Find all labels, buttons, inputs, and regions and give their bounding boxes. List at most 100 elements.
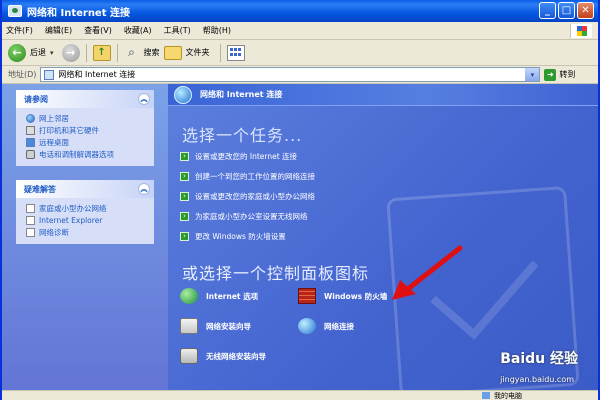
- explorer-window: 网络和 Internet 连接 _ □ ✕ 文件(F) 编辑(E) 查看(V) …: [0, 0, 600, 400]
- troubleshoot-list: 家庭或小型办公网络 Internet Explorer 网络诊断: [16, 198, 154, 244]
- wireless-setup-icon: [180, 348, 198, 364]
- menu-view[interactable]: 查看(V): [84, 25, 112, 36]
- search-button[interactable]: 搜索: [144, 47, 160, 58]
- link-label: 家庭或小型办公网络: [39, 203, 107, 213]
- task-label: 设置或更改您的 Internet 连接: [195, 151, 298, 161]
- menu-help[interactable]: 帮助(H): [203, 25, 231, 36]
- status-zone: 我的电脑: [482, 391, 522, 400]
- windows-logo-icon: [570, 24, 592, 38]
- network-globe-icon: [174, 85, 192, 104]
- address-label: 地址(D): [8, 70, 37, 79]
- close-button[interactable]: ✕: [577, 2, 594, 19]
- menu-tools[interactable]: 工具(T): [164, 25, 191, 36]
- network-folder-icon: [8, 5, 22, 17]
- network-connections-item[interactable]: 网络连接: [298, 318, 354, 334]
- back-arrow-icon[interactable]: ←: [8, 43, 26, 62]
- address-value: 网络和 Internet 连接: [58, 70, 136, 79]
- link-phone-modem[interactable]: 电话和调制解调器选项: [26, 148, 148, 160]
- help-doc-icon: [26, 227, 35, 237]
- wireless-setup-wizard-item[interactable]: 无线网络安装向导: [180, 348, 266, 364]
- see-also-title: 请参阅: [24, 94, 48, 104]
- cp-label: 无线网络安装向导: [206, 351, 266, 361]
- task-label: 更改 Windows 防火墙设置: [195, 231, 286, 241]
- windows-firewall-item[interactable]: Windows 防火墙: [298, 288, 387, 304]
- back-button-label[interactable]: 后退: [30, 47, 46, 58]
- menu-file[interactable]: 文件(F): [6, 25, 33, 36]
- task-label: 创建一个到您的工作位置的网络连接: [195, 171, 315, 181]
- views-icon[interactable]: [226, 44, 245, 61]
- go-label: 转到: [559, 70, 576, 79]
- help-doc-icon: [26, 215, 35, 225]
- task-list: › 设置或更改您的 Internet 连接 › 创建一个到您的工作位置的网络连接 ›…: [180, 146, 315, 246]
- see-also-list: 网上邻居 打印机和其它硬件 远程桌面 电话和调制解调器选项: [16, 108, 154, 166]
- folders-icon[interactable]: [163, 45, 182, 60]
- task-pane: 请参阅 ︽ 网上邻居 打印机和其它硬件 远程桌面 电话和调制解调器选项 疑难解答…: [2, 84, 168, 390]
- printer-icon: [26, 125, 35, 135]
- address-input[interactable]: 网络和 Internet 连接 ▾: [40, 67, 541, 82]
- title-bar[interactable]: 网络和 Internet 连接 _ □ ✕: [2, 0, 598, 22]
- link-printers-hardware[interactable]: 打印机和其它硬件: [26, 124, 148, 136]
- troubleshoot-panel: 疑难解答 ︽ 家庭或小型办公网络 Internet Explorer 网络诊断: [16, 180, 154, 244]
- task-firewall-settings[interactable]: › 更改 Windows 防火墙设置: [180, 226, 315, 246]
- up-folder-icon[interactable]: ↑: [92, 44, 111, 61]
- pick-task-heading: 选择一个任务...: [182, 126, 303, 145]
- network-setup-wizard-item[interactable]: 网络安装向导: [180, 318, 251, 334]
- menu-favorites[interactable]: 收藏(A): [124, 25, 152, 36]
- task-arrow-icon: ›: [180, 231, 189, 241]
- content-header-title: 网络和 Internet 连接: [200, 90, 283, 99]
- baidu-watermark: Baidu 经验: [500, 351, 578, 367]
- toolbar-separator: [116, 43, 118, 62]
- task-arrow-icon: ›: [180, 151, 189, 161]
- address-bar: 地址(D) 网络和 Internet 连接 ▾ ➜ 转到: [2, 66, 598, 84]
- link-internet-explorer-help[interactable]: Internet Explorer: [26, 214, 148, 226]
- cp-label: 网络连接: [324, 321, 354, 331]
- link-home-network-help[interactable]: 家庭或小型办公网络: [26, 202, 148, 214]
- task-workplace-connection[interactable]: › 创建一个到您的工作位置的网络连接: [180, 166, 315, 186]
- task-wireless-network[interactable]: › 为家庭或小型办公室设置无线网络: [180, 206, 315, 226]
- toolbar-separator: [85, 43, 87, 62]
- pick-icon-heading: 或选择一个控制面板图标: [182, 264, 370, 283]
- link-network-diagnostics[interactable]: 网络诊断: [26, 226, 148, 238]
- menu-edit[interactable]: 编辑(E): [45, 25, 72, 36]
- status-bar: 我的电脑: [2, 390, 598, 400]
- internet-options-item[interactable]: Internet 选项: [180, 288, 258, 304]
- collapse-chevron-icon[interactable]: ︽: [138, 183, 150, 195]
- cp-label: Windows 防火墙: [324, 291, 388, 301]
- link-label: 网络诊断: [39, 227, 69, 237]
- network-setup-icon: [180, 318, 198, 334]
- link-network-places[interactable]: 网上邻居: [26, 112, 148, 124]
- see-also-panel: 请参阅 ︽ 网上邻居 打印机和其它硬件 远程桌面 电话和调制解调器选项: [16, 90, 154, 166]
- network-location-icon: [44, 69, 55, 80]
- red-annotation-arrow-icon: [392, 245, 463, 300]
- go-arrow-icon: ➜: [544, 68, 557, 81]
- collapse-chevron-icon[interactable]: ︽: [138, 93, 150, 105]
- link-label: Internet Explorer: [39, 215, 103, 225]
- see-also-header[interactable]: 请参阅 ︽: [16, 90, 154, 108]
- go-button[interactable]: ➜ 转到: [544, 68, 576, 81]
- task-label: 为家庭或小型办公室设置无线网络: [195, 211, 308, 221]
- help-doc-icon: [26, 203, 35, 213]
- standard-toolbar: ← 后退 ▾ → ↑ ⌕ 搜索 文件夹: [2, 40, 598, 66]
- network-places-icon: [26, 113, 35, 123]
- task-label: 设置或更改您的家庭或小型办公网络: [195, 191, 315, 201]
- link-label: 网上邻居: [39, 113, 69, 123]
- minimize-button[interactable]: _: [539, 2, 556, 19]
- firewall-icon: [298, 288, 316, 304]
- link-label: 电话和调制解调器选项: [39, 149, 114, 159]
- maximize-button[interactable]: □: [558, 2, 575, 19]
- back-dropdown-icon[interactable]: ▾: [50, 49, 54, 57]
- forward-button[interactable]: →: [61, 43, 80, 62]
- remote-desktop-icon: [26, 137, 35, 147]
- troubleshoot-header[interactable]: 疑难解答 ︽: [16, 180, 154, 198]
- internet-options-icon: [180, 288, 198, 304]
- task-home-network[interactable]: › 设置或更改您的家庭或小型办公网络: [180, 186, 315, 206]
- search-icon[interactable]: ⌕: [124, 45, 140, 61]
- folders-button[interactable]: 文件夹: [186, 47, 210, 58]
- task-internet-connection[interactable]: › 设置或更改您的 Internet 连接: [180, 146, 315, 166]
- link-remote-desktop[interactable]: 远程桌面: [26, 136, 148, 148]
- address-dropdown-icon[interactable]: ▾: [525, 68, 540, 81]
- link-label: 远程桌面: [39, 137, 69, 147]
- my-computer-icon: [482, 392, 490, 399]
- window-controls: _ □ ✕: [539, 2, 594, 19]
- category-content: 网络和 Internet 连接 选择一个任务... › 设置或更改您的 Inter…: [168, 84, 598, 390]
